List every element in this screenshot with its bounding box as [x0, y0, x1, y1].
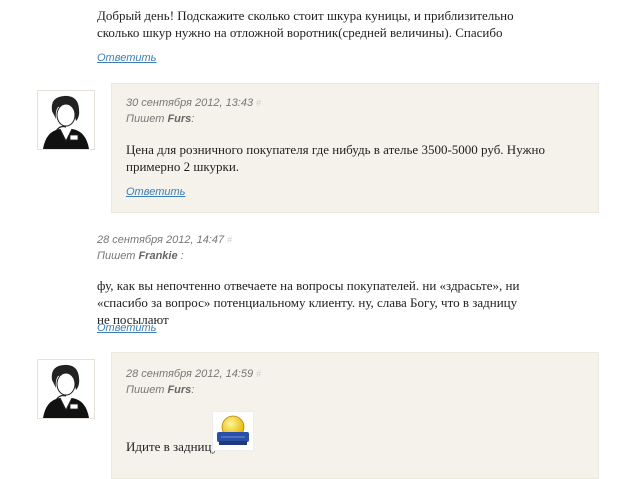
comment-text: Добрый день! Подскажите сколько стоит шк… [97, 8, 514, 40]
comment-author: Furs [167, 384, 192, 396]
reply-link[interactable]: Ответить [126, 186, 185, 198]
author-suffix: : [191, 113, 195, 125]
smiley-icon [212, 411, 254, 451]
avatar [37, 359, 95, 419]
comment-meta: 28 сентября 2012, 14:59 # [126, 368, 261, 380]
comment-author-line: Пишет Furs: [126, 384, 194, 396]
author-suffix: : [191, 384, 195, 396]
comment-bubble: 28 сентября 2012, 14:59 # Пишет Furs: Ид… [111, 352, 599, 479]
comment-author-line: Пишет Frankie : [97, 250, 184, 262]
comment-text: фу, как вы непочтенно отвечаете на вопро… [97, 278, 520, 327]
writes-label: Пишет [97, 250, 136, 262]
comment-author-line: Пишет Furs: [126, 113, 194, 125]
comment-date: 30 сентября 2012, 13:43 [126, 97, 254, 109]
comment-bubble: 30 сентября 2012, 13:43 # Пишет Furs: Це… [111, 83, 599, 213]
permalink-icon[interactable]: # [256, 369, 261, 379]
comment-date: 28 сентября 2012, 14:59 [126, 368, 254, 380]
comment-meta: 30 сентября 2012, 13:43 # [126, 97, 261, 109]
permalink-icon[interactable]: # [256, 98, 261, 108]
comment-text: Идите в задницу. [126, 439, 220, 454]
permalink-icon[interactable]: # [227, 235, 232, 245]
author-suffix: : [177, 250, 184, 262]
reply-link[interactable]: Ответить [97, 52, 156, 64]
comment-date: 28 сентября 2012, 14:47 [97, 234, 225, 246]
person-avatar-icon [43, 364, 89, 418]
person-avatar-icon [43, 95, 89, 149]
comment-author: Furs [167, 113, 192, 125]
avatar [37, 90, 95, 150]
comment-author: Frankie [138, 250, 178, 262]
writes-label: Пишет [126, 384, 165, 396]
comment-text: Цена для розничного покупателя где нибуд… [126, 142, 545, 174]
writes-label: Пишет [126, 113, 165, 125]
reply-link[interactable]: Ответить [97, 322, 156, 334]
comment-meta: 28 сентября 2012, 14:47 # [97, 234, 232, 246]
